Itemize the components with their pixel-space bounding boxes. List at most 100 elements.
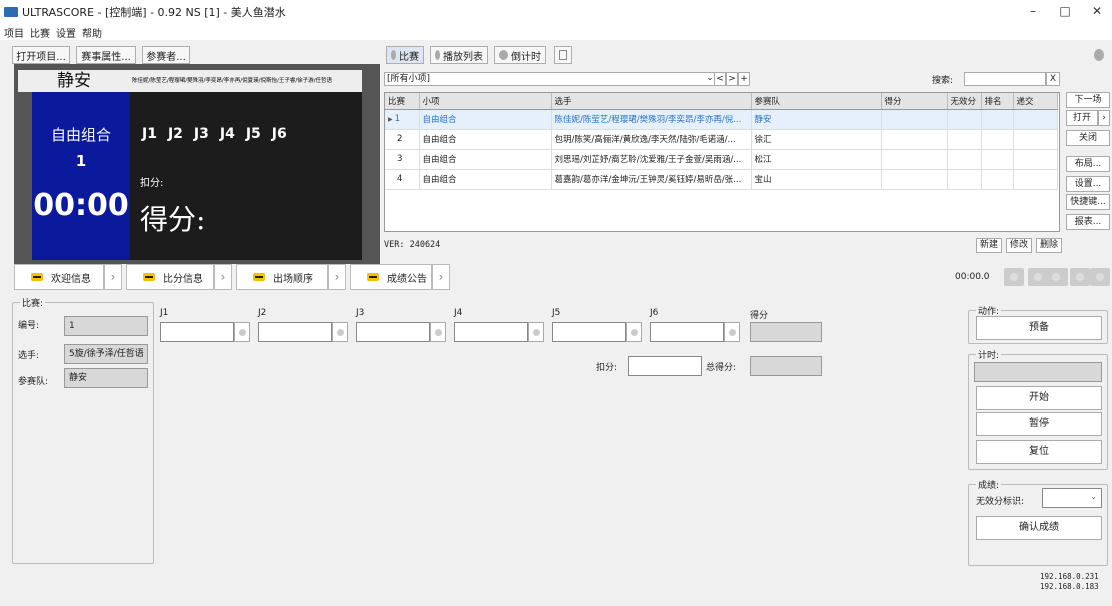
tag-icon [143, 273, 155, 281]
user-button[interactable] [1090, 46, 1108, 64]
reset-button[interactable] [1090, 268, 1110, 286]
window-title: ULTRASCORE - [控制端] - 0.92 NS [1] - 美人鱼潜水 [22, 6, 286, 19]
tab-score[interactable]: 比分信息 [126, 264, 214, 290]
cell-team: 静安 [751, 109, 882, 130]
table-row[interactable]: 2 自由组合 包玥/陈笑/高俪洋/黄欣逸/李天然/陆弥/毛诺涵/... 徐汇 [385, 129, 1058, 150]
col-rank[interactable]: 排名 [981, 93, 1014, 110]
edit-button[interactable]: 修改 [1006, 238, 1033, 253]
match-icon [391, 50, 396, 60]
pause-button[interactable]: 暂停 [976, 412, 1102, 436]
chevron-right-icon: › [1102, 113, 1106, 123]
result-box-label: 成绩: [976, 478, 1002, 491]
tab-welcome[interactable]: 欢迎信息 [14, 264, 104, 290]
close-window-button[interactable]: ✕ [1088, 4, 1106, 18]
tab-score-arrow[interactable]: › [214, 264, 232, 290]
table-row[interactable]: 4 自由组合 葛嘉韵/葛亦洋/金坤沅/王钟灵/奚钰婷/易昕岳/张... 宝山 [385, 169, 1058, 190]
judge-6-stepper[interactable] [724, 322, 740, 342]
tab-welcome-arrow[interactable]: › [104, 264, 122, 290]
reset-timer-button[interactable]: 复位 [976, 440, 1102, 464]
filter-prev-button[interactable]: < [714, 72, 726, 86]
judge-6-input[interactable] [650, 322, 724, 342]
open-button[interactable]: 打开 [1066, 110, 1098, 126]
filter-add-button[interactable]: + [738, 72, 750, 86]
participants-button[interactable]: 参赛者... [142, 46, 190, 64]
col-invalid[interactable]: 无效分 [947, 93, 982, 110]
event-filter-select[interactable]: [所有小项] [384, 72, 748, 86]
tab-results[interactable]: 成绩公告 [350, 264, 432, 290]
open-project-button[interactable]: 打开项目... [12, 46, 70, 64]
judge-5-input[interactable] [552, 322, 626, 342]
menu-settings[interactable]: 设置 [56, 25, 76, 40]
next-match-button[interactable]: 下一场 [1066, 92, 1110, 108]
preview-athletes: 陈佳妮/陈莹艺/程璎珺/樊殊羽/李奕昂/李亦再/倪夏瑛/倪斯怡/王子睿/徐子游/… [130, 70, 362, 92]
judge-3-stepper[interactable] [430, 322, 446, 342]
col-submit[interactable]: 递交 [1013, 93, 1058, 110]
judge-1-stepper[interactable] [234, 322, 250, 342]
settings-button[interactable]: 设置... [1066, 176, 1110, 192]
report-button[interactable]: 报表... [1066, 214, 1110, 230]
judge-4-input[interactable] [454, 322, 528, 342]
filter-next-button[interactable]: > [726, 72, 738, 86]
tab-order[interactable]: 出场顺序 [236, 264, 328, 290]
tab-order-arrow[interactable]: › [328, 264, 346, 290]
match-tab-button[interactable]: 比赛 [386, 46, 424, 64]
countdown-button[interactable]: 倒计时 [494, 46, 546, 64]
judge-4-stepper[interactable] [528, 322, 544, 342]
menu-match[interactable]: 比赛 [30, 25, 50, 40]
table-row[interactable]: 3 自由组合 刘思瑶/刘芷妤/裔艺聆/沈爱雅/王子金萱/吴雨涵/... 松江 [385, 149, 1058, 170]
preview-timer: 00:00 [33, 188, 129, 223]
timing-display [974, 362, 1102, 382]
judge-2-stepper[interactable] [332, 322, 348, 342]
maximize-button[interactable]: □ [1056, 4, 1074, 18]
cell-submit [1013, 149, 1058, 170]
tab-results-arrow[interactable]: › [432, 264, 450, 290]
cell-submit [1013, 169, 1058, 190]
judge-3-input[interactable] [356, 322, 430, 342]
shortcuts-button[interactable]: 快捷键... [1066, 194, 1110, 210]
number-field: 1 [64, 316, 148, 336]
confirm-result-button[interactable]: 确认成绩 [976, 516, 1102, 540]
cell-event: 自由组合 [419, 129, 552, 150]
stop-button[interactable] [1070, 268, 1090, 286]
tab-results-label: 成绩公告 [387, 273, 427, 285]
preview-judges: J1 J2 J3 J4 J5 J6 [142, 126, 287, 142]
menu-help[interactable]: 帮助 [82, 25, 102, 40]
search-clear-button[interactable]: X [1046, 72, 1060, 86]
deduction-input[interactable] [628, 356, 702, 376]
col-team[interactable]: 参赛队 [751, 93, 882, 110]
preview-judge-6: J6 [271, 126, 287, 142]
preview-order: 1 [75, 152, 87, 170]
search-input[interactable] [964, 72, 1046, 86]
col-score[interactable]: 得分 [881, 93, 948, 110]
preview-venue: 静安 [18, 70, 130, 92]
layout-button[interactable]: 布局... [1066, 156, 1110, 172]
menu-project[interactable]: 项目 [4, 25, 24, 40]
cell-score [881, 149, 948, 170]
new-button[interactable]: 新建 [976, 238, 1003, 253]
col-match[interactable]: 比赛 [385, 93, 420, 110]
open-more-button[interactable]: › [1098, 110, 1110, 126]
play-button[interactable] [1004, 268, 1024, 286]
judge-5-stepper[interactable] [626, 322, 642, 342]
step-button[interactable] [1028, 268, 1048, 286]
col-athletes[interactable]: 选手 [551, 93, 752, 110]
invalid-select[interactable]: ⌄ [1042, 488, 1102, 508]
start-button[interactable]: 开始 [976, 386, 1102, 410]
cell-team: 松江 [751, 149, 882, 170]
playlist-button[interactable]: 播放列表 [430, 46, 488, 64]
prepare-button[interactable]: 预备 [976, 316, 1102, 340]
display-toggle-button[interactable] [554, 46, 572, 64]
judge-1-input[interactable] [160, 322, 234, 342]
tab-order-label: 出场顺序 [273, 273, 313, 285]
delete-button[interactable]: 删除 [1036, 238, 1063, 253]
col-event[interactable]: 小项 [419, 93, 552, 110]
minimize-button[interactable]: – [1024, 4, 1042, 18]
judge-2-input[interactable] [258, 322, 332, 342]
close-button[interactable]: 关闭 [1066, 130, 1110, 146]
stepper-icon[interactable] [1046, 268, 1068, 286]
tag-icon [367, 273, 379, 281]
event-props-button[interactable]: 赛事属性... [76, 46, 136, 64]
user-icon [1094, 49, 1104, 61]
table-row[interactable]: 1 自由组合 陈佳妮/陈莹艺/程璎珺/樊殊羽/李奕昂/李亦再/倪... 静安 [385, 109, 1058, 130]
judge-5-label: J5 [552, 308, 561, 318]
